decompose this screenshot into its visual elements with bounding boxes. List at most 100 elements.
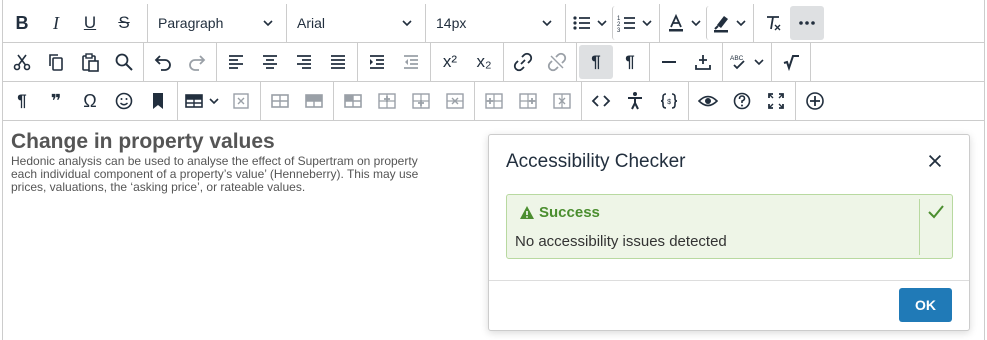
insert-content-button[interactable] — [798, 84, 832, 118]
chevron-down-icon — [209, 98, 219, 105]
chevron-down-icon — [736, 20, 746, 27]
fullscreen-button[interactable] — [759, 84, 793, 118]
accessibility-checker-button[interactable] — [618, 84, 652, 118]
numbered-list-icon: 123 — [617, 16, 635, 33]
close-button[interactable] — [925, 151, 945, 171]
list-group: 123 — [566, 4, 660, 42]
font-family-select[interactable]: Arial — [287, 4, 426, 42]
toolbar-row-2: x² x₂ ¶ ¶ ABC — [3, 43, 984, 82]
merge-cells-button[interactable] — [336, 84, 370, 118]
ltr-button[interactable]: ¶ — [579, 45, 613, 79]
toolbar-row-1: B I U S Paragraph Arial 14px 123 — [3, 4, 984, 43]
special-character-button[interactable]: Ω — [73, 84, 107, 118]
warning-icon — [520, 205, 534, 219]
search-replace-button[interactable] — [107, 45, 141, 79]
ok-button[interactable]: OK — [899, 288, 952, 322]
tools-group: $ — [582, 82, 689, 120]
insert-char-group: ¶ ❞ Ω — [3, 82, 178, 120]
align-right-icon — [297, 55, 311, 69]
preview-button[interactable] — [691, 84, 725, 118]
align-justify-button[interactable] — [321, 45, 355, 79]
underline-button[interactable]: U — [73, 6, 107, 40]
font-family-value: Arial — [297, 15, 326, 31]
source-code-button[interactable] — [584, 84, 618, 118]
anchor-button[interactable] — [141, 84, 175, 118]
cut-button[interactable] — [5, 45, 39, 79]
strikethrough-button[interactable]: S — [107, 6, 141, 40]
align-right-button[interactable] — [287, 45, 321, 79]
add-group — [796, 82, 834, 120]
table-cell-group — [334, 82, 475, 120]
clear-formatting-icon — [767, 16, 781, 31]
outdent-icon — [404, 55, 418, 69]
more-toolbar-button[interactable] — [790, 6, 824, 40]
spellcheck-button[interactable]: ABC — [725, 45, 769, 79]
delete-row-button[interactable] — [438, 84, 472, 118]
horizontal-rule-button[interactable] — [652, 45, 686, 79]
align-center-icon — [263, 55, 277, 69]
horizontal-line-icon — [662, 61, 676, 63]
delete-table-button[interactable] — [224, 84, 258, 118]
fullscreen-icon — [768, 93, 784, 109]
chevron-down-icon — [542, 20, 552, 27]
rtl-button[interactable]: ¶ — [613, 45, 647, 79]
link-icon — [513, 52, 533, 72]
bullet-list-button[interactable] — [568, 6, 612, 40]
subscript-icon: x₂ — [476, 52, 492, 71]
redo-icon — [189, 55, 206, 71]
emoticons-button[interactable] — [107, 84, 141, 118]
copy-button[interactable] — [39, 45, 73, 79]
delete-col-button[interactable] — [545, 84, 579, 118]
block-format-select[interactable]: Paragraph — [148, 4, 287, 42]
show-blocks-button[interactable]: ¶ — [5, 84, 39, 118]
insert-row-after-button[interactable] — [404, 84, 438, 118]
table-col-group — [475, 82, 582, 120]
insert-group — [650, 43, 723, 81]
outdent-button[interactable] — [394, 45, 428, 79]
table-row-props-button[interactable] — [263, 84, 297, 118]
numbered-list-button[interactable]: 123 — [612, 6, 657, 40]
chevron-down-icon — [691, 20, 701, 27]
paste-icon — [82, 53, 99, 72]
chevron-down-icon — [402, 20, 412, 27]
font-size-select[interactable]: 14px — [426, 4, 566, 42]
color-group — [660, 4, 754, 42]
blockquote-button[interactable]: ❞ — [39, 84, 73, 118]
superscript-button[interactable]: x² — [433, 45, 467, 79]
text-style-group: B I U S — [3, 4, 148, 42]
bold-icon: B — [15, 12, 29, 33]
indent-button[interactable] — [360, 45, 394, 79]
align-justify-icon — [331, 55, 345, 69]
table-button[interactable] — [180, 84, 224, 118]
table-group — [178, 82, 261, 120]
undo-icon — [154, 55, 171, 71]
insert-col-after-button[interactable] — [511, 84, 545, 118]
italic-button[interactable]: I — [39, 6, 73, 40]
insert-col-before-button[interactable] — [477, 84, 511, 118]
text-color-button[interactable] — [662, 6, 706, 40]
spellcheck-group: ABC — [723, 43, 772, 81]
math-equation-button[interactable] — [774, 45, 808, 79]
highlight-color-button[interactable] — [706, 6, 751, 40]
help-button[interactable] — [725, 84, 759, 118]
paste-button[interactable] — [73, 45, 107, 79]
align-center-button[interactable] — [253, 45, 287, 79]
subscript-button[interactable]: x₂ — [467, 45, 501, 79]
bold-button[interactable]: B — [5, 6, 39, 40]
editor-content[interactable]: Change in property values Hedonic analys… — [11, 129, 511, 194]
undo-button[interactable] — [146, 45, 180, 79]
table-cell-props-button[interactable] — [297, 84, 331, 118]
insert-nonbreaking-button[interactable] — [686, 45, 720, 79]
clear-formatting-button[interactable] — [756, 6, 790, 40]
align-left-button[interactable] — [219, 45, 253, 79]
direction-group: ¶ ¶ — [577, 43, 650, 81]
notice-status: Success — [539, 204, 600, 221]
accessibility-checker-dialog: Accessibility Checker Success No accessi… — [488, 134, 970, 331]
unlink-button[interactable] — [540, 45, 574, 79]
template-button[interactable]: $ — [652, 84, 686, 118]
insert-row-before-button[interactable] — [370, 84, 404, 118]
text-color-icon — [669, 13, 683, 32]
redo-button[interactable] — [180, 45, 214, 79]
code-icon — [591, 95, 611, 107]
insert-link-button[interactable] — [506, 45, 540, 79]
